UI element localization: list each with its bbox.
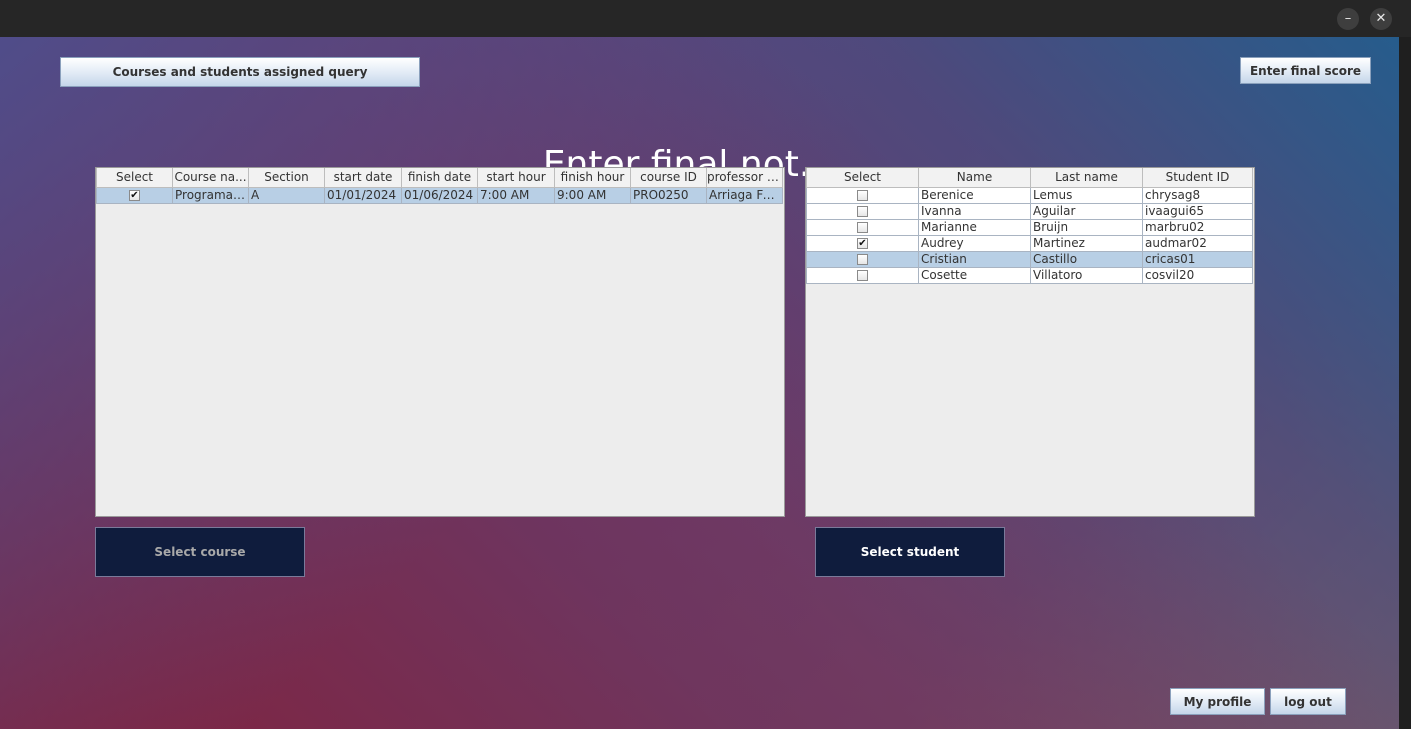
student-id-cell[interactable]: cosvil20	[1142, 266, 1253, 284]
checkbox-checked[interactable]: ✔	[129, 190, 140, 201]
table-row[interactable]: Marianne Bruijn marbru02	[806, 218, 1253, 236]
my-profile-button[interactable]: My profile	[1170, 688, 1265, 715]
courses-students-query-button[interactable]: Courses and students assigned query	[60, 57, 420, 87]
courses-grid: Select Course na... Section start date f…	[96, 168, 783, 204]
students-grid: Select Name Last name Student ID Berenic…	[806, 168, 1253, 284]
column-header-section[interactable]: Section	[248, 168, 325, 188]
courses-header-row: Select Course na... Section start date f…	[96, 168, 783, 188]
column-header-select[interactable]: Select	[806, 168, 919, 188]
table-row[interactable]: Cosette Villatoro cosvil20	[806, 266, 1253, 284]
last-name-cell[interactable]: Villatoro	[1030, 266, 1143, 284]
column-header-start-hour[interactable]: start hour	[477, 168, 555, 188]
professor-cell[interactable]: Arriaga Fer...	[706, 186, 783, 204]
logout-button[interactable]: log out	[1270, 688, 1346, 715]
course-id-cell[interactable]: PRO0250	[630, 186, 707, 204]
finish-hour-cell[interactable]: 9:00 AM	[554, 186, 631, 204]
table-row[interactable]: ✔ Programac... A 01/01/2024 01/06/2024 7…	[96, 186, 783, 204]
finish-date-cell[interactable]: 01/06/2024	[401, 186, 478, 204]
table-row[interactable]: ✔ Audrey Martinez audmar02	[806, 234, 1253, 252]
column-header-finish-date[interactable]: finish date	[401, 168, 478, 188]
table-row[interactable]: Berenice Lemus chrysag8	[806, 186, 1253, 204]
last-name-cell[interactable]: Lemus	[1030, 186, 1143, 204]
checkbox[interactable]	[857, 190, 868, 201]
window-titlebar: – ✕	[0, 0, 1411, 37]
close-icon[interactable]: ✕	[1370, 8, 1392, 30]
table-row[interactable]: Cristian Castillo cricas01	[806, 250, 1253, 268]
select-cell[interactable]	[806, 266, 919, 284]
student-id-cell[interactable]: chrysag8	[1142, 186, 1253, 204]
student-id-cell[interactable]: marbru02	[1142, 218, 1253, 236]
column-header-student-id[interactable]: Student ID	[1142, 168, 1253, 188]
student-id-cell[interactable]: audmar02	[1142, 234, 1253, 252]
name-cell[interactable]: Audrey	[918, 234, 1031, 252]
students-table[interactable]: Select Name Last name Student ID Berenic…	[805, 167, 1255, 517]
section-cell[interactable]: A	[248, 186, 325, 204]
students-header-row: Select Name Last name Student ID	[806, 168, 1253, 188]
start-date-cell[interactable]: 01/01/2024	[324, 186, 402, 204]
select-cell[interactable]	[806, 218, 919, 236]
checkbox[interactable]	[857, 254, 868, 265]
start-hour-cell[interactable]: 7:00 AM	[477, 186, 555, 204]
window-edge	[1399, 37, 1411, 729]
column-header-professor[interactable]: professor a...	[706, 168, 783, 188]
student-id-cell[interactable]: cricas01	[1142, 250, 1253, 268]
name-cell[interactable]: Marianne	[918, 218, 1031, 236]
select-cell[interactable]: ✔	[96, 186, 173, 204]
select-cell[interactable]	[806, 250, 919, 268]
table-row[interactable]: Ivanna Aguilar ivaagui65	[806, 202, 1253, 220]
column-header-name[interactable]: Name	[918, 168, 1031, 188]
column-header-start-date[interactable]: start date	[324, 168, 402, 188]
column-header-course-name[interactable]: Course na...	[172, 168, 249, 188]
checkbox-checked[interactable]: ✔	[857, 238, 868, 249]
student-id-cell[interactable]: ivaagui65	[1142, 202, 1253, 220]
column-header-finish-hour[interactable]: finish hour	[554, 168, 631, 188]
courses-table[interactable]: Select Course na... Section start date f…	[95, 167, 785, 517]
name-cell[interactable]: Cristian	[918, 250, 1031, 268]
last-name-cell[interactable]: Castillo	[1030, 250, 1143, 268]
last-name-cell[interactable]: Bruijn	[1030, 218, 1143, 236]
checkbox[interactable]	[857, 222, 868, 233]
main-panel: Courses and students assigned query Ente…	[0, 37, 1399, 729]
minimize-icon[interactable]: –	[1337, 8, 1359, 30]
select-student-button[interactable]: Select student	[815, 527, 1005, 577]
last-name-cell[interactable]: Martinez	[1030, 234, 1143, 252]
select-cell[interactable]	[806, 202, 919, 220]
name-cell[interactable]: Cosette	[918, 266, 1031, 284]
name-cell[interactable]: Berenice	[918, 186, 1031, 204]
checkbox[interactable]	[857, 206, 868, 217]
column-header-select[interactable]: Select	[96, 168, 173, 188]
select-cell[interactable]	[806, 186, 919, 204]
last-name-cell[interactable]: Aguilar	[1030, 202, 1143, 220]
column-header-last-name[interactable]: Last name	[1030, 168, 1143, 188]
column-header-course-id[interactable]: course ID	[630, 168, 707, 188]
select-cell[interactable]: ✔	[806, 234, 919, 252]
name-cell[interactable]: Ivanna	[918, 202, 1031, 220]
checkbox[interactable]	[857, 270, 868, 281]
course-name-cell[interactable]: Programac...	[172, 186, 249, 204]
select-course-button[interactable]: Select course	[95, 527, 305, 577]
enter-final-score-button[interactable]: Enter final score	[1240, 57, 1371, 84]
